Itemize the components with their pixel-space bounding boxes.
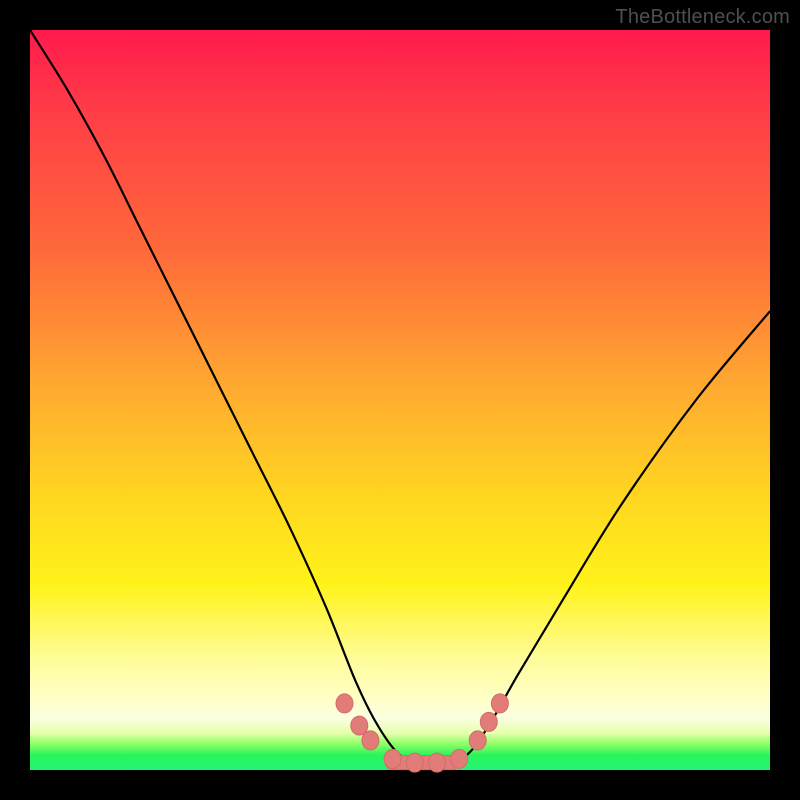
curve-marker: [491, 694, 508, 713]
curve-marker: [384, 749, 401, 768]
curve-line: [30, 30, 770, 764]
curve-marker: [451, 749, 468, 768]
curve-marker: [336, 694, 353, 713]
curve-marker: [362, 731, 379, 750]
chart-frame: TheBottleneck.com: [0, 0, 800, 800]
curve-marker: [429, 753, 446, 772]
watermark-text: TheBottleneck.com: [615, 6, 790, 29]
plot-area: [30, 30, 770, 770]
curve-marker: [480, 712, 497, 731]
curve-marker: [406, 753, 423, 772]
curve-svg: [30, 30, 770, 770]
curve-markers: [336, 694, 508, 772]
curve-marker: [469, 731, 486, 750]
